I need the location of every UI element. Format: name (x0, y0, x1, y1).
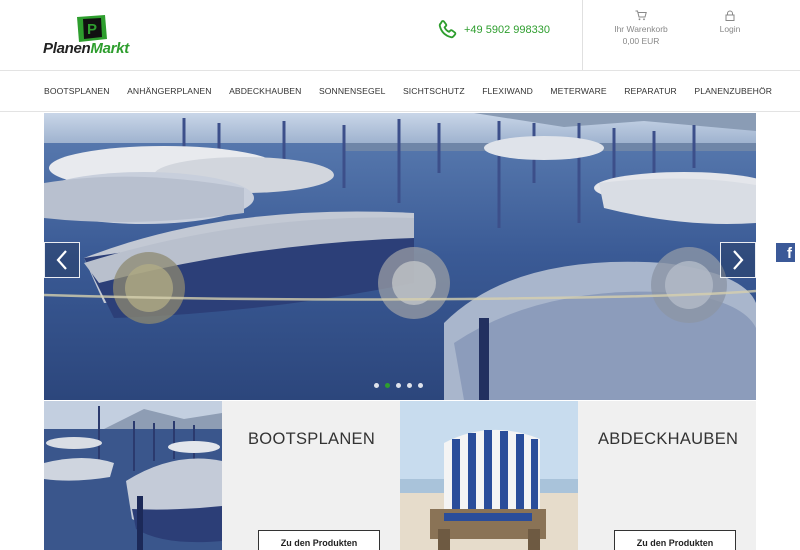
nav-item-bootsplanen[interactable]: BOOTSPLANEN (44, 86, 110, 96)
nav-item-anhaengerplanen[interactable]: ANHÄNGERPLANEN (127, 86, 212, 96)
nav-item-meterware[interactable]: METERWARE (550, 86, 606, 96)
tile-image-beach-chair[interactable] (400, 401, 578, 550)
slider-dot[interactable] (374, 383, 379, 388)
slider-prev-button[interactable] (44, 242, 80, 278)
hero-slider[interactable] (44, 113, 756, 400)
slider-next-button[interactable] (720, 242, 756, 278)
cart-amount: 0,00 EUR (622, 36, 660, 46)
main-nav: BOOTSPLANEN ANHÄNGERPLANEN ABDECKHAUBEN … (0, 70, 800, 112)
cart-label: Ihr Warenkorb (614, 24, 668, 34)
logo[interactable]: P PlanenMarkt (43, 15, 153, 59)
chevron-left-icon (56, 250, 67, 270)
slider-dot[interactable] (396, 383, 401, 388)
cart-icon (635, 10, 647, 21)
slider-dot[interactable] (418, 383, 423, 388)
nav-item-sonnensegel[interactable]: SONNENSEGEL (319, 86, 386, 96)
cart-button[interactable]: Ihr Warenkorb 0,00 EUR (605, 10, 677, 47)
slider-dot[interactable] (407, 383, 412, 388)
login-button[interactable]: Login (710, 10, 750, 35)
facebook-icon: f (787, 245, 792, 262)
tile-title: ABDECKHAUBEN (598, 430, 739, 448)
boats-image (44, 401, 222, 550)
nav-item-sichtschutz[interactable]: SICHTSCHUTZ (403, 86, 465, 96)
tile-title: BOOTSPLANEN (248, 430, 376, 448)
lock-icon (725, 10, 735, 21)
svg-text:P: P (87, 21, 97, 38)
tile-bootsplanen: BOOTSPLANEN Zu den Produkten (222, 401, 400, 550)
nav-item-planenzubehoer[interactable]: PLANENZUBEHÖR (694, 86, 772, 96)
page: P PlanenMarkt +49 5902 998330 Ihr Warenk… (0, 0, 800, 550)
tile-image-boats[interactable] (44, 401, 222, 550)
slider-dots (374, 383, 429, 388)
phone-icon (438, 20, 457, 39)
products-button[interactable]: Zu den Produkten (614, 530, 736, 550)
phone-contact[interactable]: +49 5902 998330 (436, 18, 550, 42)
nav-item-abdeckhauben[interactable]: ABDECKHAUBEN (229, 86, 301, 96)
phone-number[interactable]: +49 5902 998330 (464, 24, 550, 36)
nav-item-flexiwand[interactable]: FLEXIWAND (482, 86, 533, 96)
tile-abdeckhauben: ABDECKHAUBEN Zu den Produkten (578, 401, 756, 550)
beach-chair-image (400, 401, 578, 550)
nav-item-reparatur[interactable]: REPARATUR (624, 86, 677, 96)
login-label: Login (719, 24, 741, 34)
header-divider (582, 0, 583, 70)
facebook-button[interactable]: f (776, 243, 795, 262)
logo-mark-icon: P (77, 15, 107, 42)
logo-text: PlanenMarkt (43, 40, 129, 57)
slider-dot[interactable] (385, 383, 390, 388)
products-button[interactable]: Zu den Produkten (258, 530, 380, 550)
chevron-right-icon (733, 250, 744, 270)
header: P PlanenMarkt +49 5902 998330 Ihr Warenk… (0, 0, 800, 70)
hero-slide-image (44, 113, 756, 400)
